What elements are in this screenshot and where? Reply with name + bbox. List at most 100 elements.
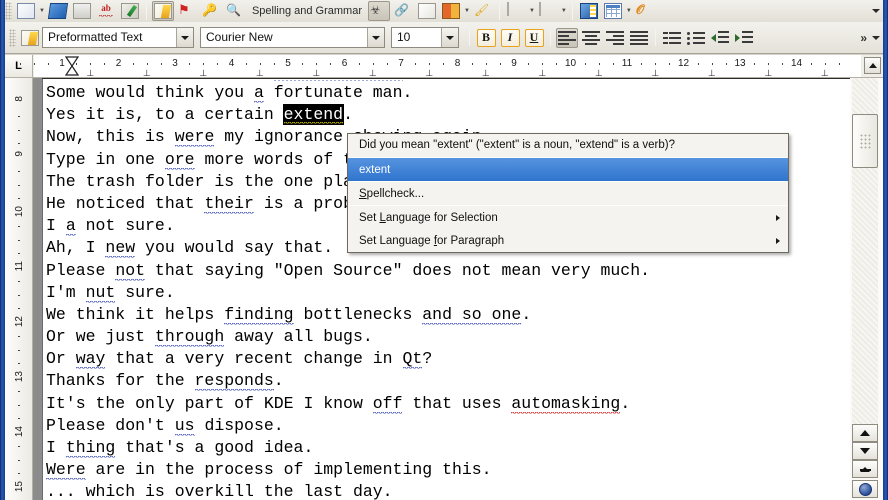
bug-icon[interactable]: ☣: [368, 1, 391, 21]
tab-stop-marker[interactable]: ⊥: [143, 69, 151, 78]
print-icon[interactable]: [71, 1, 93, 21]
spellcheck-context-menu[interactable]: Did you mean "extent" ("extent" is a nou…: [347, 133, 789, 253]
tab-stop-marker[interactable]: ⊥: [369, 69, 377, 78]
tab-stop-marker[interactable]: ⊥: [595, 69, 603, 78]
text-run: bottlenecks: [293, 304, 423, 324]
vertical-ruler[interactable]: 8 9 10 11 12 13 14 15: [5, 78, 33, 500]
brush-dropdown[interactable]: 🖌: [472, 1, 494, 21]
browse-object-button[interactable]: [852, 480, 878, 498]
redo-icon[interactable]: [537, 1, 559, 21]
bookmark-flag-icon[interactable]: ⚑: [176, 1, 198, 21]
recent-documents-dropdown[interactable]: ▼: [39, 8, 45, 14]
tab-stop-marker[interactable]: ⊥: [425, 69, 433, 78]
toolbar-grip[interactable]: [9, 28, 16, 47]
font-family-combo[interactable]: Courier New: [200, 27, 385, 48]
document-line[interactable]: Or way that a very recent change in Qt?: [46, 348, 836, 370]
vertical-scrollbar[interactable]: [850, 78, 883, 500]
open-document-icon[interactable]: [15, 1, 37, 21]
document-line[interactable]: Some would think you a fortunate man.: [46, 82, 836, 104]
save-icon[interactable]: [47, 1, 69, 21]
toolbar-scroll-up[interactable]: [869, 8, 883, 14]
undo-icon[interactable]: [505, 1, 527, 21]
tab-stop-marker[interactable]: ⊥: [482, 69, 490, 78]
document-line[interactable]: Please not that saying "Open Source" doe…: [46, 260, 836, 282]
key-icon[interactable]: 🔑: [200, 1, 222, 21]
document-line[interactable]: Thanks for the responds.: [46, 370, 836, 392]
ruler-tick: [18, 363, 20, 365]
text-run: Ah, I: [46, 238, 106, 258]
document-line[interactable]: It's the only part of KDE I know off tha…: [46, 393, 836, 415]
tab-stop-marker[interactable]: ⊥: [312, 69, 320, 78]
font-size-combo[interactable]: 10: [391, 27, 459, 48]
document-line[interactable]: Or we just through away all bugs.: [46, 326, 836, 348]
ruler-tick: [18, 349, 20, 351]
menu-item-set-language-selection[interactable]: Set Language for Selection: [348, 206, 788, 229]
autocorrect-icon[interactable]: [119, 1, 141, 21]
tab-stop-selector[interactable]: L: [5, 55, 33, 77]
decrease-indent-button[interactable]: [709, 28, 731, 48]
link-icon[interactable]: 🔗: [392, 1, 414, 21]
ruler-scroll-up-button[interactable]: [864, 57, 881, 74]
numbered-list-button[interactable]: [661, 28, 683, 48]
align-justify-button[interactable]: [628, 28, 650, 48]
tab-stop-marker[interactable]: ⊥: [538, 69, 546, 78]
menu-item-spellcheck[interactable]: Spellcheck...: [348, 182, 788, 205]
document-line[interactable]: I thing that's a good idea.: [46, 437, 836, 459]
tab-stop-marker[interactable]: ⊥: [708, 69, 716, 78]
previous-page-button[interactable]: [852, 460, 878, 478]
chevron-down-icon[interactable]: [176, 28, 193, 47]
spellcheck-abc-icon[interactable]: ab: [95, 1, 117, 21]
document-line[interactable]: I'm nut sure.: [46, 282, 836, 304]
document-line[interactable]: Were are in the process of implementing …: [46, 459, 836, 481]
tab-stop-marker[interactable]: ⊥: [764, 69, 772, 78]
formula-icon[interactable]: 𝒪: [634, 1, 656, 21]
toolbar-scroll-down[interactable]: [869, 35, 883, 41]
find-icon[interactable]: 🔍: [224, 1, 246, 21]
tab-stop-marker[interactable]: ⊥: [199, 69, 207, 78]
text-run: Thanks for the: [46, 371, 195, 391]
redo-dropdown[interactable]: ▼: [561, 8, 567, 14]
frame-icon[interactable]: [578, 1, 600, 21]
chevron-down-icon[interactable]: [441, 28, 458, 47]
book-dropdown[interactable]: ▼: [464, 8, 470, 14]
tab-stop-marker[interactable]: ⊥: [651, 69, 659, 78]
tab-stop-marker[interactable]: ⊥: [821, 69, 829, 78]
table-dropdown[interactable]: ▼: [626, 8, 632, 14]
document-line[interactable]: ... which is overkill the last day.: [46, 481, 836, 500]
toolbar-overflow-button[interactable]: »: [858, 31, 869, 45]
align-right-button[interactable]: [604, 28, 626, 48]
tab-stop-marker[interactable]: ⊥: [256, 69, 264, 78]
indent-marker-icon[interactable]: [65, 56, 79, 76]
tab-stop-marker[interactable]: ⊥: [86, 69, 94, 78]
ruler-tick: [782, 63, 784, 65]
paragraph-style-combo[interactable]: Preformatted Text: [42, 27, 194, 48]
align-left-button[interactable]: [556, 27, 578, 48]
align-center-button[interactable]: [580, 28, 602, 48]
bulleted-list-button[interactable]: [685, 28, 707, 48]
bold-button[interactable]: B: [475, 28, 497, 48]
underline-button[interactable]: U: [523, 28, 545, 48]
ruler-track[interactable]: 1 ⊥ 2 ⊥ 3 ⊥ 4 ⊥ 5 ⊥ 6 ⊥ 7 ⊥ 8 ⊥ 9 ⊥ 10 ⊥ 11 ⊥ 12 ⊥ 13 ⊥ 14 ⊥: [19, 55, 861, 78]
spelling-and-grammar-toggle[interactable]: [151, 1, 174, 21]
menu-item-set-language-paragraph[interactable]: Set Language for Paragraph: [348, 229, 788, 252]
document-line[interactable]: Yes it is, to a certain extend.: [46, 104, 836, 126]
document-line[interactable]: Please don't us dispose.: [46, 415, 836, 437]
page-icon[interactable]: [416, 1, 438, 21]
table-icon[interactable]: [602, 1, 624, 21]
text-run: away all bugs.: [224, 327, 373, 347]
toolbar-grip[interactable]: [5, 2, 12, 20]
undo-dropdown[interactable]: ▼: [529, 8, 535, 14]
scroll-up-button[interactable]: [852, 424, 878, 442]
menu-item-suggestion-extent[interactable]: extent: [348, 158, 788, 181]
book-icon[interactable]: [440, 1, 462, 21]
increase-indent-button[interactable]: [733, 28, 755, 48]
chevron-down-icon[interactable]: [367, 28, 384, 47]
scrollbar-thumb[interactable]: [852, 114, 878, 168]
ruler-number: 11: [14, 261, 25, 272]
style-manager-icon[interactable]: [19, 28, 41, 48]
document-line[interactable]: We think it helps finding bottlenecks an…: [46, 304, 836, 326]
italic-button[interactable]: I: [499, 28, 521, 48]
horizontal-ruler[interactable]: L 1 ⊥ 2 ⊥ 3 ⊥ 4 ⊥ 5 ⊥ 6 ⊥ 7 ⊥ 8 ⊥ 9 ⊥ 10 ⊥ 11 ⊥ 12 ⊥ 13 ⊥ 14 ⊥: [5, 55, 883, 78]
ruler-ticks: 1 ⊥ 2 ⊥ 3 ⊥ 4 ⊥ 5 ⊥ 6 ⊥ 7 ⊥ 8 ⊥ 9 ⊥ 10 ⊥ 11 ⊥ 12 ⊥ 13 ⊥ 14 ⊥: [19, 55, 861, 78]
scroll-down-button[interactable]: [852, 442, 878, 460]
